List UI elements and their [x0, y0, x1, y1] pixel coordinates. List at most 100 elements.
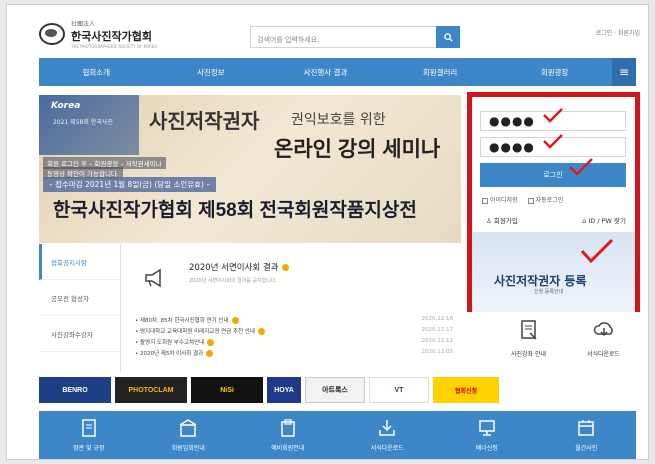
find-label: ID / PW 찾기: [588, 217, 626, 225]
checkmark-icon: [569, 158, 593, 176]
news-title: • 명지대학교 교육대학원 미래지교정 연금 추천 안내: [135, 329, 255, 335]
list-item[interactable]: • 제80차, 85차 한국사진협회 연기 안내 2020.12.18: [135, 316, 453, 327]
search-box: [250, 26, 460, 50]
checkmark-icon: [543, 134, 563, 149]
footer-label: 배너신청: [475, 445, 498, 452]
clipboard-icon: [281, 419, 295, 437]
notice-title: 2020년 서면이사회 결과: [189, 263, 279, 273]
banner-headline: 한국사진작가협회 제58회 전국회원작품지상전: [53, 200, 417, 221]
hamburger-icon[interactable]: ≡: [611, 58, 636, 86]
find-account-link[interactable]: ⌂ ID / PW 찾기: [582, 215, 626, 225]
search-button[interactable]: [436, 26, 460, 48]
user-icon: ♙: [486, 217, 494, 225]
checkmark-icon: [580, 238, 614, 264]
logo-caption: 社團法人: [71, 21, 96, 28]
sponsor-logo[interactable]: VT: [369, 377, 429, 403]
copyright-register-banner[interactable]: 사진저작권자 등록 신청 등록안내: [472, 232, 635, 312]
monitor-icon: [479, 420, 495, 436]
footer-item-forms[interactable]: 서식다운로드: [338, 411, 438, 459]
banner-badge-sub: 2021 제58회 한국사진: [53, 119, 113, 126]
sponsor-logo[interactable]: 협회신청: [433, 377, 499, 403]
new-badge: [206, 350, 214, 357]
page: 社團法人 한국사진작가협회 THE PHOTOGRAPHERS' SOCIETY…: [6, 4, 649, 460]
news-date: 2020.12.05: [421, 349, 454, 355]
auto-login-checkbox[interactable]: 자동로그인: [527, 195, 564, 204]
nav-item-about[interactable]: 협회소개: [39, 58, 154, 86]
news-title: • 촬영지 도회원 부수고쳐안내: [135, 340, 205, 346]
news-date: 2020.12.18: [421, 316, 454, 322]
main-banner[interactable]: Korea 2021 제58회 한국사진 사진저작권자 권익보호를 위한 온라인…: [39, 95, 461, 243]
logo-name: 한국사진작가협회: [71, 31, 152, 43]
footer-item-membership[interactable]: 회원입회안내: [139, 411, 239, 459]
tab-notices[interactable]: 협회공지사항: [39, 244, 120, 280]
banner-photo: Korea 2021 제58회 한국사진: [39, 95, 139, 155]
logo[interactable]: 社團法人 한국사진작가협회 THE PHOTOGRAPHERS' SOCIETY…: [39, 19, 157, 49]
sponsor-logo[interactable]: HOYA: [267, 377, 301, 403]
download-icon: [379, 420, 395, 436]
news-title: • 제80차, 85차 한국사진협회 연기 안내: [135, 318, 229, 324]
nav-item-plaza[interactable]: 회원광장: [497, 58, 612, 86]
auto-login-label: 자동로그인: [535, 197, 564, 204]
new-badge: [231, 317, 239, 324]
document-edit-icon: [520, 320, 537, 340]
footer-item-rules[interactable]: 정관 및 규정: [39, 411, 139, 459]
login-panel: ●●●● ●●●● 로그인 아이디저장 자동로그인 ♙ 회원가입 ⌂ ID / …: [467, 92, 640, 312]
banner-title: 사진저작권자: [149, 111, 260, 133]
calendar-icon: [578, 420, 594, 436]
news-date: 2020.12.17: [421, 327, 454, 333]
footer-item-monthly[interactable]: 월간사진: [537, 411, 637, 459]
logo-subtitle: THE PHOTOGRAPHERS' SOCIETY OF KOREA: [71, 44, 158, 49]
sponsor-logo[interactable]: 아트록스: [305, 377, 365, 403]
notice-tabs: 협회공지사항 공모전 협성자 사진강좌수강자: [39, 244, 121, 372]
search-icon: [443, 32, 453, 42]
logo-emblem-icon: [39, 23, 65, 45]
nav-item-event-results[interactable]: 사진행사 결과: [268, 58, 383, 86]
building-icon: [179, 419, 197, 437]
search-input[interactable]: [251, 30, 435, 50]
quick-links: 사진강좌 안내 서식다운로드: [491, 315, 641, 373]
join-link[interactable]: ♙ 회원가입: [486, 215, 518, 225]
nav-item-gallery[interactable]: 회원갤러리: [383, 58, 498, 86]
login-button[interactable]: 로그인: [480, 163, 626, 187]
sponsor-strip: BENRO PHOTOCLAM NiSi HOYA 아트록스 VT 협회신청: [39, 375, 636, 405]
notice-description: 2020년 서면이사회의 결과를 공지합니다.: [189, 278, 278, 284]
nav-item-photo-info[interactable]: 사진정보: [154, 58, 269, 86]
banner-badge: Korea: [51, 101, 81, 111]
list-item[interactable]: • 명지대학교 교육대학원 미래지교정 연금 추천 안내 2020.12.17: [135, 327, 453, 338]
join-label: 회원가입: [493, 217, 518, 225]
save-id-checkbox[interactable]: 아이디저장: [482, 195, 518, 204]
footer-label: 회원입회안내: [171, 445, 205, 452]
list-item[interactable]: • 촬영지 도회원 부수고쳐안내 2020.12.12: [135, 338, 453, 349]
sponsor-logo[interactable]: BENRO: [39, 377, 111, 403]
banner-subtitle: 온라인 강의 세미나: [274, 138, 441, 161]
list-item[interactable]: • 2020년 제5차 이사회 결과 2020.12.05: [135, 349, 453, 360]
quick-link-label: 서식다운로드: [586, 351, 621, 358]
main-nav: 협회소개 사진정보 사진행사 결과 회원갤러리 회원광장 ≡: [39, 58, 636, 86]
featured-notice[interactable]: 2020년 서면이사회 결과 2020년 서면이사회의 결과를 공지합니다.: [137, 257, 447, 303]
new-badge: [207, 339, 215, 346]
header: 社團法人 한국사진작가협회 THE PHOTOGRAPHERS' SOCIETY…: [7, 5, 648, 51]
sponsor-logo[interactable]: NiSi: [191, 377, 263, 403]
news-list: • 제80차, 85차 한국사진협회 연기 안내 2020.12.18 • 명지대…: [135, 316, 453, 360]
footer-nav: 정관 및 규정 회원입회안내 예비회원안내 서식다운로드 배너신청 월간사진: [39, 411, 637, 459]
quick-link-forms[interactable]: 서식다운로드: [566, 315, 641, 373]
footer-label: 정관 및 규정: [73, 445, 105, 452]
news-title: • 2020년 제5차 이사회 결과: [135, 351, 204, 357]
cloud-download-icon: [593, 322, 613, 337]
tab-contest[interactable]: 공모전 협성자: [39, 280, 120, 316]
quick-link-label: 사진강좌 안내: [510, 351, 547, 358]
footer-label: 월간사진: [575, 445, 598, 452]
news-date: 2020.12.12: [421, 338, 454, 344]
megaphone-icon: [145, 268, 161, 288]
quick-link-lecture[interactable]: 사진강좌 안내: [491, 315, 566, 373]
tab-lecture[interactable]: 사진강좌수강자: [39, 316, 120, 352]
save-id-label: 아이디저장: [490, 197, 518, 204]
footer-item-preliminary[interactable]: 예비회원안내: [238, 411, 338, 459]
new-badge: [281, 264, 289, 271]
footer-item-banner[interactable]: 배너신청: [437, 411, 537, 459]
document-list-icon: [82, 419, 96, 437]
sponsor-logo[interactable]: PHOTOCLAM: [115, 377, 187, 403]
checkmark-icon: [543, 108, 563, 123]
top-links[interactable]: 로그인 · 회원가입: [596, 28, 640, 37]
register-title: 사진저작권자 등록: [494, 274, 587, 288]
